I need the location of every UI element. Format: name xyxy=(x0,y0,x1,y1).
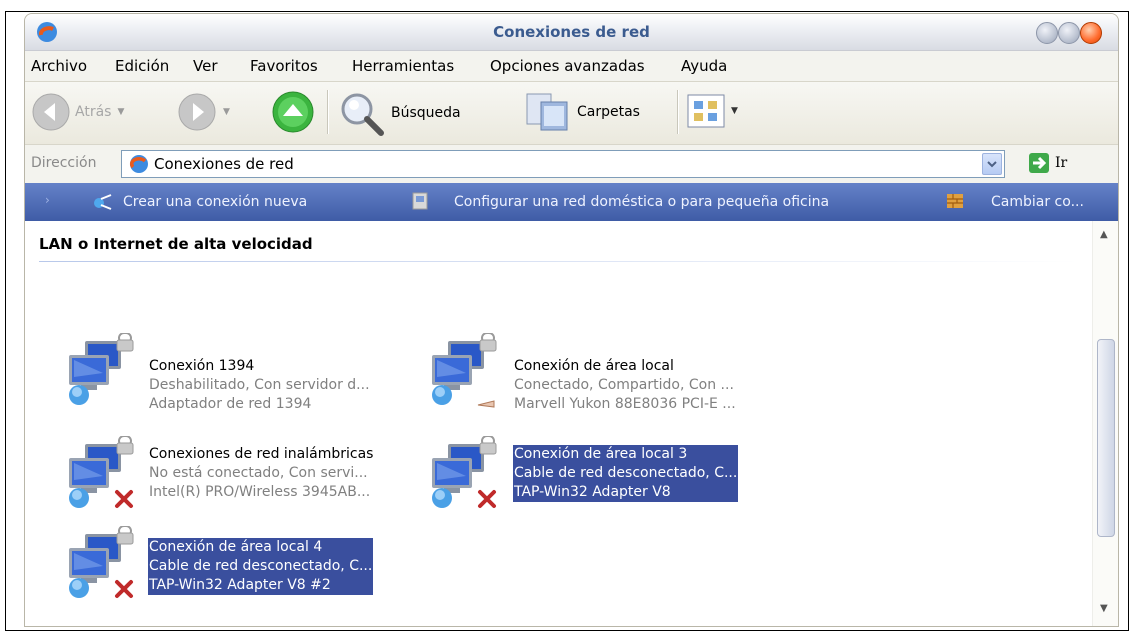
connection-device: Marvell Yukon 88E8036 PCI-E ... xyxy=(514,396,736,412)
window-title: Conexiones de red xyxy=(493,23,650,41)
folders-icon xyxy=(526,93,568,131)
connection-status: Conectado, Compartido, Con ... xyxy=(514,377,734,393)
group-divider xyxy=(39,261,1079,262)
network-connections-icon xyxy=(129,155,148,173)
connection-name: Conexión 1394 xyxy=(149,358,255,374)
close-button[interactable] xyxy=(1080,22,1102,44)
vertical-scrollbar[interactable]: ▲ ▼ xyxy=(1092,221,1118,626)
network-tasks-bar: › Crear una conexión nueva Configurar un… xyxy=(25,183,1118,222)
back-label: Atrás xyxy=(75,104,112,120)
list-item-selected[interactable]: Conexión de área local 4 Cable de red de… xyxy=(148,538,374,595)
file-list-pane: LAN o Internet de alta velocidad Conexió… xyxy=(25,221,1092,626)
list-item[interactable]: Conexión de área local Conectado, Compar… xyxy=(513,357,737,414)
up-folder-button[interactable] xyxy=(271,90,315,134)
folders-button[interactable]: Carpetas xyxy=(525,90,640,134)
back-button[interactable]: Atrás ▼ xyxy=(31,92,124,132)
connection-status: No está conectado, Con servi... xyxy=(149,465,368,481)
minimize-button[interactable] xyxy=(1036,22,1058,44)
scrollbar-thumb[interactable] xyxy=(1097,339,1115,537)
up-arrow-icon xyxy=(272,91,314,133)
connection-device: Intel(R) PRO/Wireless 3945AB... xyxy=(149,484,371,500)
firewall-icon xyxy=(947,194,963,208)
network-connection-icon[interactable] xyxy=(428,333,508,413)
explorer-window: Conexiones de red Archivo Edición Ver Fa… xyxy=(24,13,1119,627)
go-arrow-icon xyxy=(1033,156,1047,170)
folders-label: Carpetas xyxy=(577,104,640,120)
menu-ver[interactable]: Ver xyxy=(193,57,218,75)
menu-opciones-avanzadas[interactable]: Opciones avanzadas xyxy=(490,57,645,75)
forward-button[interactable]: ▼ xyxy=(177,92,230,132)
connection-status: Cable de red desconectado, C... xyxy=(513,464,739,483)
forward-dropdown-icon[interactable]: ▼ xyxy=(223,107,230,117)
address-label: Dirección xyxy=(31,155,97,171)
toolbar-separator xyxy=(327,90,328,134)
list-item[interactable]: Conexión 1394 Deshabilitado, Con servido… xyxy=(148,357,371,414)
address-bar: Dirección Conexiones de red Ir xyxy=(25,145,1118,184)
title-bar[interactable]: Conexiones de red xyxy=(25,14,1118,51)
connection-name: Conexiones de red inalámbricas xyxy=(149,446,374,462)
back-arrow-icon xyxy=(32,93,70,131)
search-button[interactable]: Búsqueda xyxy=(337,90,461,136)
toolbar: Atrás ▼ ▼ Búsqueda Carpetas ▼ xyxy=(25,82,1118,145)
connection-status: Deshabilitado, Con servidor d... xyxy=(149,377,370,393)
address-field[interactable]: Conexiones de red xyxy=(121,150,1005,178)
search-label: Búsqueda xyxy=(391,105,461,121)
forward-arrow-icon xyxy=(178,93,216,131)
toolbar-separator xyxy=(677,90,678,134)
list-item[interactable]: Conexiones de red inalámbricas No está c… xyxy=(148,445,374,502)
expand-icon[interactable]: › xyxy=(45,193,50,207)
maximize-button[interactable] xyxy=(1058,22,1080,44)
connection-name: Conexión de área local xyxy=(514,358,674,374)
group-header: LAN o Internet de alta velocidad xyxy=(39,235,313,253)
back-dropdown-icon[interactable]: ▼ xyxy=(117,107,124,117)
menu-archivo[interactable]: Archivo xyxy=(31,57,87,75)
menu-edicion[interactable]: Edición xyxy=(115,57,169,75)
task-home-network[interactable]: Configurar una red doméstica o para pequ… xyxy=(454,194,829,210)
address-value: Conexiones de red xyxy=(154,155,294,173)
connection-status: Cable de red desconectado, C... xyxy=(148,557,374,576)
connection-device: Adaptador de red 1394 xyxy=(149,396,312,412)
task-create-connection[interactable]: Crear una conexión nueva xyxy=(123,194,307,210)
network-connection-icon[interactable] xyxy=(65,333,145,413)
list-item-selected[interactable]: Conexión de área local 3 Cable de red de… xyxy=(513,445,739,502)
menu-favoritos[interactable]: Favoritos xyxy=(250,57,318,75)
connection-name: Conexión de área local 3 xyxy=(513,445,739,464)
views-icon xyxy=(687,94,725,128)
menu-herramientas[interactable]: Herramientas xyxy=(352,57,454,75)
task-change-firewall[interactable]: Cambiar co... xyxy=(991,194,1084,210)
go-button[interactable] xyxy=(1029,153,1049,173)
scroll-up-arrow-icon[interactable]: ▲ xyxy=(1100,229,1108,240)
views-dropdown-icon[interactable]: ▼ xyxy=(731,106,738,116)
connection-name: Conexión de área local 4 xyxy=(148,538,374,557)
home-network-icon xyxy=(412,192,428,210)
network-connection-icon[interactable] xyxy=(65,526,145,606)
connection-device: TAP-Win32 Adapter V8 #2 xyxy=(148,576,374,595)
address-dropdown-button[interactable] xyxy=(982,153,1002,175)
menu-ayuda[interactable]: Ayuda xyxy=(681,57,727,75)
views-button[interactable]: ▼ xyxy=(687,94,738,128)
go-label[interactable]: Ir xyxy=(1055,155,1067,171)
network-connection-icon[interactable] xyxy=(65,436,145,516)
scroll-down-arrow-icon[interactable]: ▼ xyxy=(1100,603,1108,614)
chevron-down-icon xyxy=(987,161,997,168)
network-connection-icon[interactable] xyxy=(428,436,508,516)
menu-bar: Archivo Edición Ver Favoritos Herramient… xyxy=(25,51,1118,82)
search-icon xyxy=(341,93,384,136)
new-connection-icon xyxy=(94,194,112,210)
connection-device: TAP-Win32 Adapter V8 xyxy=(513,483,739,502)
